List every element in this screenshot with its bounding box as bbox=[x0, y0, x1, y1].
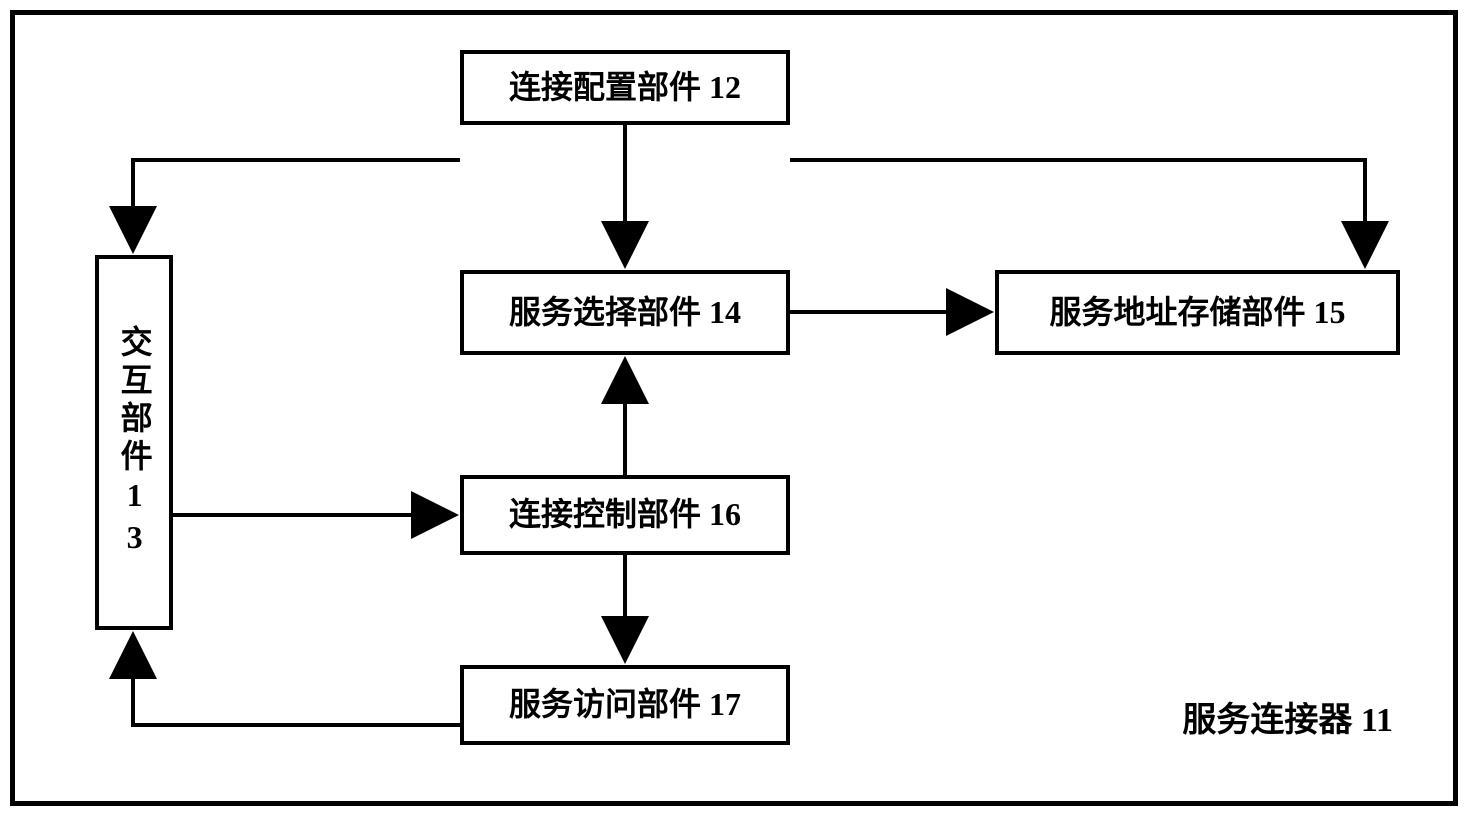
node-service-select: 服务选择部件 14 bbox=[460, 270, 790, 355]
node-service-access: 服务访问部件 17 bbox=[460, 665, 790, 745]
node-interaction-label: 交互部件13 bbox=[116, 325, 151, 561]
diagram-title: 服务连接器 11 bbox=[1182, 692, 1393, 741]
node-connection-config: 连接配置部件 12 bbox=[460, 50, 790, 125]
node-connection-control: 连接控制部件 16 bbox=[460, 475, 790, 555]
node-service-address-store: 服务地址存储部件 15 bbox=[995, 270, 1400, 355]
service-connector-frame: 连接配置部件 12 交互部件13 服务选择部件 14 服务地址存储部件 15 连… bbox=[10, 10, 1458, 806]
node-interaction: 交互部件13 bbox=[95, 255, 173, 630]
